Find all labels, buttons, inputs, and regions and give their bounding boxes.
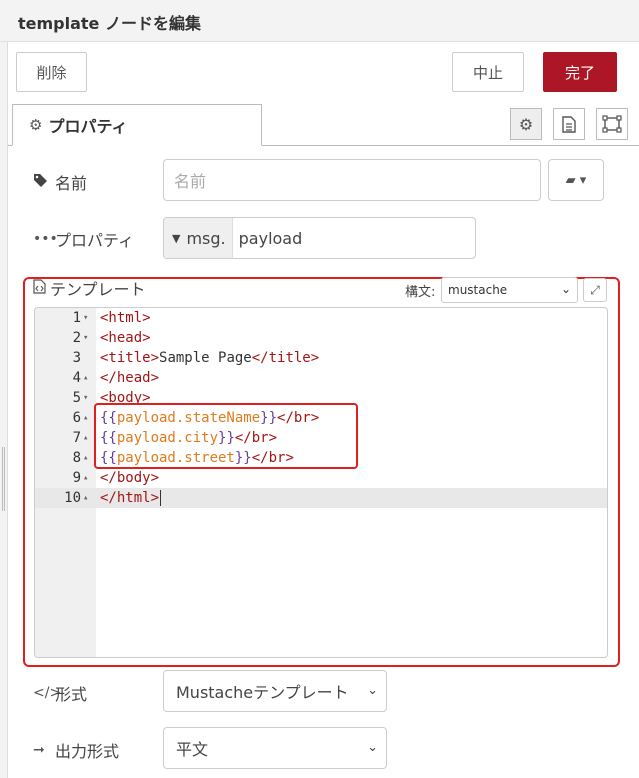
grip-icon (2, 447, 5, 511)
fold-toggle[interactable]: ▴ (83, 408, 88, 428)
gear-icon: ⚙ (518, 114, 534, 134)
format-label: </> 形式 (33, 685, 88, 704)
syntax-select[interactable]: mustache ⌄ (441, 277, 578, 303)
arrow-right-icon: ➞ (33, 742, 45, 758)
property-input[interactable]: ▼ msg. payload (163, 217, 476, 259)
template-code-editor[interactable]: 1 ▾ <html> 2 ▾ <head> 3 <title>Sample Pa… (34, 307, 608, 658)
fold-toggle[interactable]: ▾ (83, 308, 88, 328)
syntax-label: 構文: (405, 285, 436, 300)
fold-toggle[interactable]: ▴ (83, 368, 88, 388)
frame-icon (602, 115, 622, 133)
tab-properties[interactable]: ⚙ プロパティ (12, 104, 262, 146)
done-button[interactable]: 完了 (543, 52, 617, 92)
fold-toggle[interactable]: ▴ (83, 468, 88, 488)
cancel-button[interactable]: 中止 (452, 52, 524, 92)
ellipsis-icon: ••• (33, 231, 58, 247)
tab-properties-label: プロパティ (48, 117, 128, 136)
code-icon: </> (33, 685, 62, 701)
resize-handle[interactable] (0, 42, 8, 778)
file-code-icon (33, 278, 46, 298)
tab-appearance[interactable] (596, 108, 628, 140)
format-select[interactable]: Mustacheテンプレート ⌄ (163, 670, 387, 712)
output-label: ➞ 出力形式 (33, 742, 120, 761)
code-line: 4 ▴ </head> (72, 368, 160, 388)
fold-toggle[interactable]: ▴ (83, 428, 88, 448)
gear-icon: ⚙ (29, 116, 43, 134)
chevron-down-icon: ⌄ (367, 740, 378, 755)
chevron-down-icon: ⌄ (560, 282, 571, 296)
chevron-down-icon: ▾ (579, 172, 587, 188)
document-icon (562, 115, 576, 133)
name-input[interactable]: 名前 (163, 159, 541, 201)
fold-toggle[interactable]: ▴ (83, 488, 88, 508)
output-select[interactable]: 平文 ⌄ (163, 727, 387, 769)
code-line-active: 10 ▴ </html> (35, 488, 607, 508)
chevron-down-icon: ⌄ (367, 683, 378, 698)
code-line: 3 <title>Sample Page</title> (72, 350, 320, 366)
fold-toggle[interactable]: ▴ (83, 448, 88, 468)
fold-toggle[interactable]: ▾ (83, 328, 88, 348)
name-label: 名前 (33, 170, 87, 194)
tag-icon (33, 173, 51, 192)
tab-description[interactable] (553, 108, 585, 140)
code-line: 2 ▾ <head> (72, 328, 151, 348)
code-line: 9 ▴ </body> (72, 468, 160, 488)
caret-down-icon: ▼ (172, 231, 181, 245)
fold-toggle[interactable]: ▾ (83, 388, 88, 408)
mustache-highlight-box (94, 403, 358, 469)
delete-button[interactable]: 削除 (16, 52, 87, 92)
property-value[interactable]: payload (233, 229, 303, 248)
library-button[interactable]: ▰ ▾ (548, 159, 604, 201)
template-label: テンプレート (33, 276, 146, 300)
code-line: 1 ▾ <html> (72, 308, 151, 328)
book-icon: ▰ (565, 172, 576, 188)
page-title: template ノードを編集 (18, 14, 201, 33)
expand-editor-button[interactable]: ⤢ (583, 278, 607, 302)
tab-settings[interactable]: ⚙ (510, 108, 542, 140)
property-label: ••• プロパティ (33, 231, 135, 250)
tray-header: template ノードを編集 (0, 0, 639, 42)
expand-icon: ⤢ (590, 282, 600, 297)
text-cursor (160, 490, 162, 506)
property-type-select[interactable]: ▼ msg. (164, 218, 233, 258)
